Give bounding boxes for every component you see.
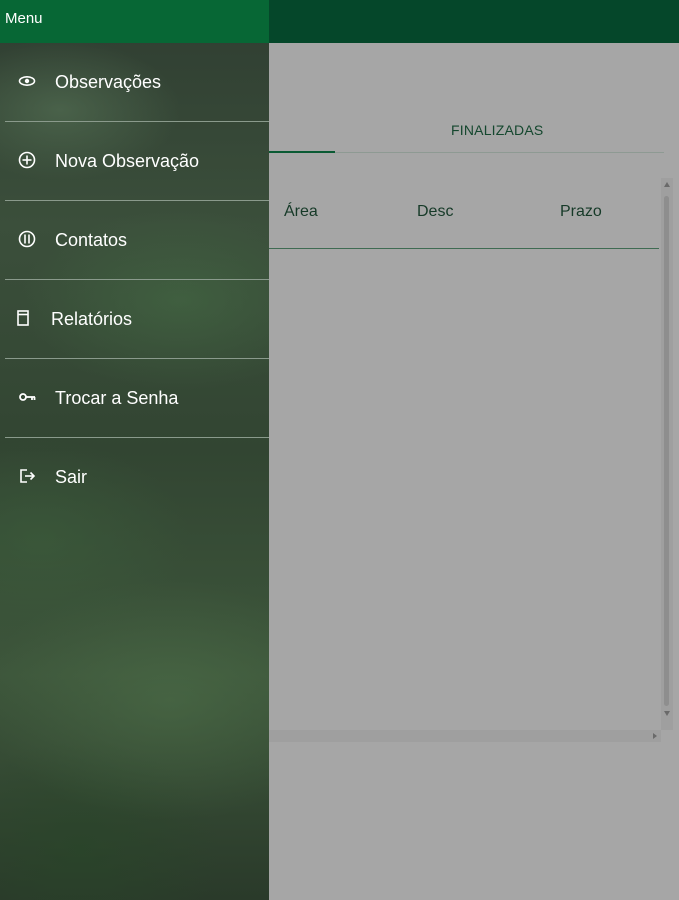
menu-item-label: Relatórios — [51, 309, 133, 329]
scroll-down-arrow-icon[interactable] — [664, 711, 670, 716]
menu-item-trocar-senha[interactable]: Trocar a Senha — [5, 359, 269, 438]
menu-list: Observações Nova Observação Contatos Rel… — [0, 43, 269, 516]
drawer-title: Menu — [5, 10, 43, 27]
navigation-drawer: Menu Observações Nova Observação Contato… — [0, 0, 269, 900]
menu-item-sair[interactable]: Sair — [5, 438, 269, 516]
menu-item-nova-observacao[interactable]: Nova Observação — [5, 122, 269, 201]
key-icon — [18, 388, 36, 406]
menu-item-label: Nova Observação — [55, 151, 200, 171]
table-header: Área Desc Prazo — [269, 178, 659, 249]
menu-item-label: Sair — [55, 467, 88, 487]
column-header-prazo[interactable]: Prazo — [560, 203, 602, 221]
menu-item-label: Contatos — [55, 230, 128, 250]
menu-item-label: Trocar a Senha — [55, 388, 179, 408]
tab-active-indicator — [269, 151, 335, 153]
menu-item-observacoes[interactable]: Observações — [5, 43, 269, 122]
column-header-area[interactable]: Área — [284, 203, 318, 221]
horizontal-scrollbar[interactable] — [269, 730, 661, 742]
menu-item-label: Observações — [55, 72, 162, 92]
tab-finalizadas[interactable]: FINALIZADAS — [451, 122, 543, 138]
menu-item-contatos[interactable]: Contatos — [5, 201, 269, 280]
eye-icon — [18, 72, 36, 90]
report-icon — [14, 309, 32, 327]
scroll-right-arrow-icon[interactable] — [653, 733, 657, 739]
logout-icon — [18, 467, 36, 485]
plus-circle-icon — [18, 151, 36, 169]
tab-bar: FINALIZADAS — [269, 110, 664, 153]
menu-item-relatorios[interactable]: Relatórios — [5, 280, 269, 359]
vertical-scrollbar[interactable] — [661, 178, 673, 730]
observations-table: Área Desc Prazo — [269, 178, 675, 744]
scroll-up-arrow-icon[interactable] — [664, 182, 670, 187]
column-header-desc[interactable]: Desc — [417, 203, 453, 221]
drawer-header: Menu — [0, 0, 269, 43]
scrollbar-thumb[interactable] — [664, 196, 669, 706]
contacts-icon — [18, 230, 36, 248]
